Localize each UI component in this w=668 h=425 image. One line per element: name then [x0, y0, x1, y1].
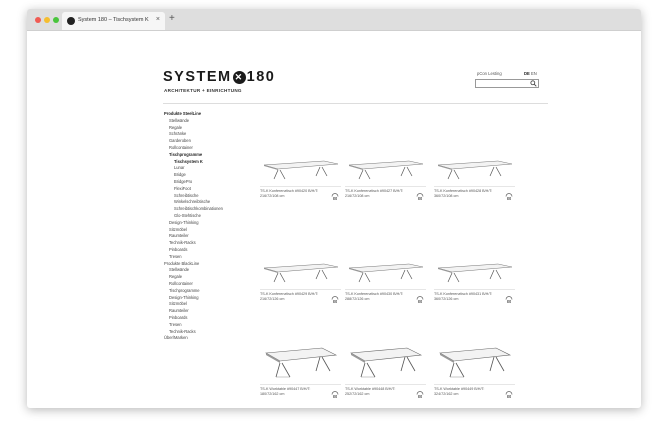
svg-text:3D: 3D	[333, 395, 336, 399]
new-tab-button[interactable]: +	[169, 13, 175, 24]
product-divider	[434, 384, 515, 385]
svg-text:3D: 3D	[507, 300, 510, 304]
svg-text:3D: 3D	[418, 300, 421, 304]
product-caption[interactable]: TS-K Konferenztisch #90420 B/H/T: 216/72…	[260, 189, 326, 198]
product-image[interactable]	[345, 337, 426, 382]
favicon-icon	[67, 17, 75, 25]
product-image[interactable]	[345, 139, 426, 184]
pcon-link[interactable]: pCon Lesting	[477, 71, 502, 76]
logo-text-right: 180	[246, 69, 276, 85]
product-image[interactable]	[260, 337, 341, 382]
3d-configurator-icon[interactable]: 3D	[415, 387, 425, 399]
page-content: SYSTEM ✕ 180 ARCHITEKTUR + EINRICHTUNG pCo…	[27, 31, 641, 408]
search-input[interactable]	[475, 79, 539, 88]
product-caption[interactable]: TS-K Worktable #90448 B/H/T: 252/72/162 …	[345, 387, 411, 396]
product-caption[interactable]: TS-K Konferenztisch #90428 B/H/T: 360/72…	[434, 189, 500, 198]
svg-text:3D: 3D	[333, 197, 336, 201]
product-divider	[434, 186, 515, 187]
logo-mark-icon: ✕	[232, 71, 246, 84]
3d-configurator-icon[interactable]: 3D	[504, 292, 514, 304]
window-zoom-button[interactable]	[53, 17, 59, 23]
product-caption[interactable]: TS-K Konferenztisch #90430 B/H/T: 288/72…	[345, 292, 411, 301]
3d-configurator-icon[interactable]: 3D	[330, 387, 340, 399]
product-caption[interactable]: TS-K Konferenztisch #90429 B/H/T: 216/72…	[260, 292, 326, 301]
lang-en-link[interactable]: EN	[531, 71, 537, 76]
logo-text-left: SYSTEM	[163, 69, 232, 85]
svg-text:3D: 3D	[333, 300, 336, 304]
3d-configurator-icon[interactable]: 3D	[504, 189, 514, 201]
sidebar-item[interactable]: Technik-Racks	[164, 329, 284, 336]
sidebar-item[interactable]: Sitzmöbel	[164, 227, 284, 234]
sidebar-item[interactable]: Regale	[164, 125, 284, 132]
svg-text:3D: 3D	[507, 197, 510, 201]
product-caption[interactable]: TS-K Worktable #90447 B/H/T: 180/72/162 …	[260, 387, 326, 396]
3d-configurator-icon[interactable]: 3D	[330, 292, 340, 304]
language-switcher: DE EN	[524, 71, 537, 76]
3d-configurator-icon[interactable]: 3D	[504, 387, 514, 399]
product-divider	[345, 186, 426, 187]
sidebar-item[interactable]: Pinboards	[164, 315, 284, 322]
product-divider	[345, 384, 426, 385]
product-caption[interactable]: TS-K Konferenztisch #90431 B/H/T: 360/72…	[434, 292, 500, 301]
browser-window: System 180 – Tischsystem K × + SYSTEM ✕ 18…	[27, 9, 641, 408]
sidebar-item[interactable]: Winkelschreibtische	[164, 199, 284, 206]
svg-text:3D: 3D	[418, 197, 421, 201]
sidebar-item[interactable]: Design-Thinking	[164, 220, 284, 227]
tab-title: System 180 – Tischsystem K	[78, 17, 149, 23]
product-divider	[434, 289, 515, 290]
product-image[interactable]	[434, 242, 515, 287]
lang-de-link[interactable]: DE	[524, 71, 530, 76]
sidebar-item[interactable]: Stellwände	[164, 118, 284, 125]
window-minimize-button[interactable]	[44, 17, 50, 23]
3d-configurator-icon[interactable]: 3D	[415, 292, 425, 304]
product-image[interactable]	[260, 139, 341, 184]
window-close-button[interactable]	[35, 17, 41, 23]
sidebar-item[interactable]: Schreibtischkombinationen	[164, 206, 284, 213]
product-divider	[260, 384, 341, 385]
header-divider	[163, 103, 548, 104]
magnifier-icon[interactable]	[530, 80, 537, 90]
sidebar-item[interactable]: Raumteiler	[164, 308, 284, 315]
product-image[interactable]	[260, 242, 341, 287]
svg-text:3D: 3D	[507, 395, 510, 399]
3d-configurator-icon[interactable]: 3D	[330, 189, 340, 201]
sidebar-item[interactable]: Tresen	[164, 322, 284, 329]
product-image[interactable]	[434, 139, 515, 184]
site-logo[interactable]: SYSTEM ✕ 180	[163, 69, 275, 85]
sidebar-item[interactable]: Schränke	[164, 131, 284, 138]
sidebar-item[interactable]: Raumteiler	[164, 233, 284, 240]
product-divider	[345, 289, 426, 290]
site-subtitle: ARCHITEKTUR + EINRICHTUNG	[164, 88, 242, 93]
tab-close-icon[interactable]: ×	[156, 16, 160, 23]
svg-text:3D: 3D	[418, 395, 421, 399]
sidebar-item[interactable]: Sitzmöbel	[164, 301, 284, 308]
browser-tab[interactable]: System 180 – Tischsystem K ×	[62, 12, 165, 30]
product-divider	[260, 289, 341, 290]
product-image[interactable]	[345, 242, 426, 287]
sidebar-item[interactable]: Produkte SteelLine	[164, 111, 284, 118]
sidebar-item[interactable]: Glo-Stehtische	[164, 213, 284, 220]
3d-configurator-icon[interactable]: 3D	[415, 189, 425, 201]
product-caption[interactable]: TS-K Worktable #90449 B/H/T: 324/72/162 …	[434, 387, 500, 396]
product-caption[interactable]: TS-K Konferenztisch #90427 B/H/T: 216/72…	[345, 189, 411, 198]
product-image[interactable]	[434, 337, 515, 382]
product-divider	[260, 186, 341, 187]
browser-tab-bar: System 180 – Tischsystem K × +	[27, 9, 641, 31]
